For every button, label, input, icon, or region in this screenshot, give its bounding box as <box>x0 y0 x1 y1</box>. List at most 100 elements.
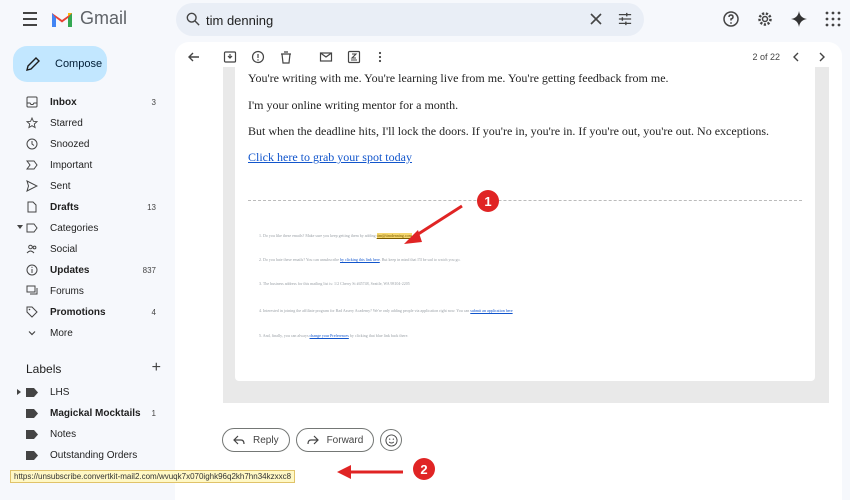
label-tag-icon <box>26 451 38 460</box>
sidebar-nav: Inbox 3 Starred Snoozed Important Sent D… <box>0 92 170 344</box>
footer-line: 1. Do you like these emails? Make sure y… <box>259 233 412 238</box>
search-bar <box>176 3 644 36</box>
gemini-sparkle-icon[interactable] <box>790 10 808 28</box>
chevron-left-icon[interactable] <box>790 51 802 63</box>
gmail-logo[interactable]: Gmail <box>50 8 127 29</box>
sidebar-item-drafts[interactable]: Drafts 13 <box>0 197 170 218</box>
caret-down-icon[interactable] <box>17 225 23 229</box>
main-menu-button[interactable] <box>20 12 44 28</box>
footer-line: 5. And, finally, you can always change y… <box>259 333 409 338</box>
emoji-reaction-button[interactable] <box>380 429 403 451</box>
sidebar-item-updates[interactable]: Updates 837 <box>0 260 170 281</box>
smiley-icon <box>385 433 398 447</box>
mark-unread-icon[interactable] <box>319 50 333 64</box>
people-icon <box>26 244 37 254</box>
label-item-outstanding-orders[interactable]: Outstanding Orders <box>0 445 170 466</box>
draft-file-icon <box>27 201 37 213</box>
updates-count: 837 <box>142 266 156 275</box>
info-icon <box>26 264 38 276</box>
email-paragraph: But when the deadline hits, I'll lock th… <box>248 124 770 138</box>
chevron-right-icon[interactable] <box>816 51 828 63</box>
cta-link[interactable]: Click here to grab your spot today <box>248 150 412 165</box>
label-item-lhs[interactable]: LHS <box>0 382 170 403</box>
forum-icon <box>26 285 38 295</box>
reply-arrow-icon <box>233 435 245 445</box>
star-icon <box>26 117 38 129</box>
label-tag-icon <box>26 388 38 397</box>
preferences-link[interactable]: change your Preferences <box>310 333 349 338</box>
sidebar-item-forums[interactable]: Forums <box>0 281 170 302</box>
delete-trash-icon[interactable] <box>279 50 293 64</box>
footer-line: 3. The business address for this mailing… <box>259 281 410 286</box>
sidebar-item-social[interactable]: Social <box>0 239 170 260</box>
email-paragraph: I'm your online writing mentor for a mon… <box>248 98 459 112</box>
gmail-m-icon <box>52 12 72 27</box>
sidebar-item-snoozed[interactable]: Snoozed <box>0 134 170 155</box>
clock-icon <box>26 138 38 150</box>
email-body-frame: You're writing with me. You're learning … <box>223 67 829 403</box>
labels-list: LHS Magickal Mocktails 1 Notes Outstandi… <box>0 382 170 466</box>
label-count: 1 <box>151 409 156 418</box>
sidebar-item-categories[interactable]: Categories <box>0 218 170 239</box>
sidebar-item-starred[interactable]: Starred <box>0 113 170 134</box>
tag-icon <box>26 306 38 318</box>
top-bar: Gmail <box>0 0 850 40</box>
label-outline-icon <box>26 223 38 233</box>
reply-actions: Reply Forward <box>222 428 403 452</box>
sidebar-item-promotions[interactable]: Promotions 4 <box>0 302 170 323</box>
forward-button[interactable]: Forward <box>295 428 375 452</box>
report-spam-icon[interactable] <box>251 50 265 64</box>
settings-gear-icon[interactable] <box>756 10 774 28</box>
pencil-icon <box>26 57 40 71</box>
divider <box>248 200 802 201</box>
caret-right-icon[interactable] <box>17 389 21 395</box>
clear-search-icon[interactable] <box>588 11 604 27</box>
apps-grid-icon[interactable] <box>824 10 842 28</box>
snooze-icon[interactable] <box>347 50 361 64</box>
compose-label: Compose <box>55 58 103 70</box>
sidebar-item-more[interactable]: More <box>0 323 170 344</box>
send-icon <box>26 180 38 192</box>
search-icon[interactable] <box>186 12 200 26</box>
label-tag-icon <box>26 409 38 418</box>
unsubscribe-link[interactable]: by clicking this link here <box>340 257 380 262</box>
label-item-notes[interactable]: Notes <box>0 424 170 445</box>
footer-line: 4. Interested in joining the affiliate p… <box>259 308 513 313</box>
label-tag-icon <box>26 430 38 439</box>
sidebar-item-inbox[interactable]: Inbox 3 <box>0 92 170 113</box>
annotation-badge-2: 2 <box>413 458 435 480</box>
message-panel: 2 of 22 You're writing with me. You're l… <box>175 42 842 500</box>
forward-arrow-icon <box>306 435 319 445</box>
search-input[interactable] <box>206 9 546 31</box>
add-label-plus-icon[interactable]: + <box>152 360 161 376</box>
top-right-actions <box>722 10 842 28</box>
unread-count: 3 <box>151 98 156 107</box>
sidebar-item-sent[interactable]: Sent <box>0 176 170 197</box>
draft-count: 13 <box>147 203 156 212</box>
reply-button[interactable]: Reply <box>222 428 290 452</box>
more-options-icon[interactable] <box>373 50 387 64</box>
promotions-count: 4 <box>151 308 156 317</box>
labels-title: Labels <box>26 362 62 376</box>
pagination-text: 2 of 22 <box>752 52 780 62</box>
important-icon <box>26 160 38 170</box>
label-item-magickal-mocktails[interactable]: Magickal Mocktails 1 <box>0 403 170 424</box>
app-name: Gmail <box>80 8 128 28</box>
link-status-bar: https://unsubscribe.convertkit-mail2.com… <box>10 470 296 483</box>
archive-icon[interactable] <box>223 50 237 64</box>
search-options-icon[interactable] <box>618 12 632 26</box>
help-icon[interactable] <box>722 10 740 28</box>
annotation-arrow-2 <box>337 465 403 479</box>
annotation-badge-1: 1 <box>477 190 499 212</box>
labels-header: Labels + <box>26 360 161 377</box>
email-paragraph: You're writing with me. You're learning … <box>248 71 669 85</box>
back-arrow-icon[interactable] <box>187 50 201 64</box>
affiliate-application-link[interactable]: submit an application here <box>470 308 512 313</box>
email-content: You're writing with me. You're learning … <box>235 67 815 381</box>
chevron-down-icon <box>28 331 36 336</box>
compose-button[interactable]: Compose <box>13 46 107 82</box>
inbox-icon <box>26 96 38 108</box>
sidebar-item-important[interactable]: Important <box>0 155 170 176</box>
annotation-arrow-1 <box>404 204 463 244</box>
footer-line: 2. Do you hate these emails? You can uns… <box>259 257 461 262</box>
